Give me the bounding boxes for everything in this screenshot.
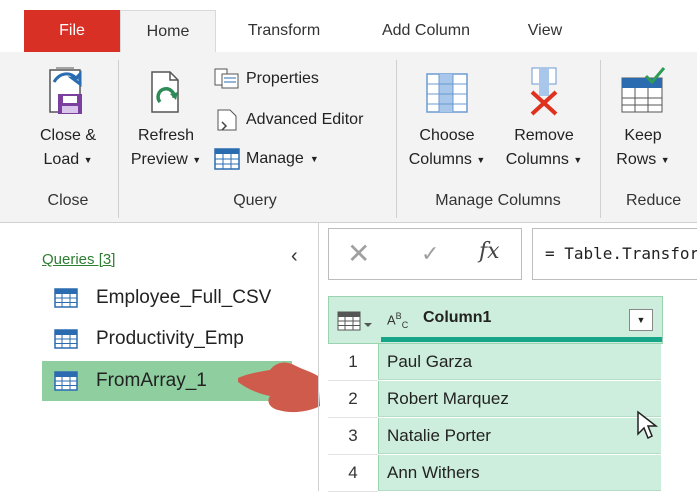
check-icon[interactable]: ✓ <box>421 241 439 267</box>
row-number: 1 <box>328 344 378 381</box>
query-label: Employee_Full_CSV <box>96 287 272 308</box>
fx-icon[interactable]: fx <box>479 239 500 264</box>
ribbon-tabs: File Home Transform Add Column View <box>0 0 697 54</box>
type-letter: A <box>387 312 396 328</box>
query-item[interactable]: Employee_Full_CSV <box>42 278 292 318</box>
filter-dropdown-icon[interactable]: ▼ <box>629 309 653 331</box>
query-item[interactable]: Productivity_Emp <box>42 319 292 359</box>
table-menu-icon[interactable] <box>337 311 373 331</box>
tab-add-column[interactable]: Add Column <box>364 10 488 52</box>
close-load-button[interactable]: Close & Load ▼ <box>28 64 108 172</box>
collapse-pane-icon[interactable]: ‹ <box>291 245 298 268</box>
row-number: 3 <box>328 418 378 455</box>
tab-file[interactable]: File <box>24 10 120 52</box>
remove-columns-label-1: Remove <box>514 127 574 144</box>
keep-rows-button[interactable]: Keep Rows ▼ <box>608 64 678 172</box>
table-icon <box>54 288 78 308</box>
row-number: 2 <box>328 381 378 418</box>
table-row: 3 Natalie Porter <box>328 418 661 455</box>
table-icon <box>54 371 78 391</box>
chevron-down-icon: ▼ <box>476 155 486 165</box>
text-type-icon[interactable]: ABC <box>387 311 408 330</box>
table-cell[interactable]: Paul Garza <box>378 344 661 380</box>
chevron-down-icon: ▼ <box>83 155 93 165</box>
pane-divider <box>318 223 319 491</box>
keep-rows-icon <box>621 67 666 113</box>
refresh-label-2: Preview <box>130 151 188 169</box>
choose-columns-button[interactable]: Choose Columns ▼ <box>404 64 490 172</box>
table-row: 2 Robert Marquez <box>328 381 661 418</box>
chevron-down-icon: ▼ <box>660 155 670 165</box>
properties-label: Properties <box>246 70 319 87</box>
group-label-reduce: Reduce <box>626 192 682 209</box>
formula-bar: ✕ ✓ fx = Table.Transform <box>328 228 697 284</box>
manage-button[interactable]: Manage ▼ <box>214 148 319 170</box>
chevron-down-icon: ▼ <box>192 155 202 165</box>
refresh-label-1: Refresh <box>137 127 195 144</box>
tab-transform[interactable]: Transform <box>232 10 336 52</box>
choose-columns-label-1: Choose <box>419 127 475 144</box>
advanced-editor-label: Advanced Editor <box>246 111 364 128</box>
advanced-editor-button[interactable]: Advanced Editor <box>214 108 363 132</box>
manage-label: Manage <box>246 150 304 167</box>
cancel-icon[interactable]: ✕ <box>347 237 370 270</box>
close-load-icon <box>49 67 82 114</box>
group-label-close: Close <box>47 192 89 209</box>
ribbon-separator <box>396 60 397 218</box>
table-cell[interactable]: Natalie Porter <box>378 418 661 454</box>
properties-icon <box>214 68 239 89</box>
remove-columns-button[interactable]: Remove Columns ▼ <box>498 64 590 172</box>
advanced-editor-icon <box>217 109 237 131</box>
queries-title[interactable]: Queries [3] <box>42 251 115 268</box>
group-label-manage-columns: Manage Columns <box>435 192 561 209</box>
query-label: Productivity_Emp <box>96 328 244 349</box>
close-load-label-2: Load <box>43 151 80 169</box>
ribbon: Close & Load ▼ Close Refresh Preview ▼ P… <box>0 52 697 223</box>
choose-columns-label-2: Columns <box>408 151 472 169</box>
column-quality-bar <box>381 337 662 342</box>
ribbon-separator <box>600 60 601 218</box>
row-number: 4 <box>328 455 378 492</box>
query-label: FromArray_1 <box>96 370 207 391</box>
keep-rows-label-2: Rows <box>616 151 657 169</box>
queries-pane: Queries [3] ‹ Employee_Full_CSV Producti… <box>0 223 318 491</box>
properties-button[interactable]: Properties <box>214 68 319 90</box>
column-name: Column1 <box>423 309 492 326</box>
group-label-query: Query <box>233 192 277 209</box>
table-cell[interactable]: Robert Marquez <box>378 381 661 417</box>
chevron-down-icon: ▼ <box>573 155 583 165</box>
table-icon <box>214 148 240 170</box>
table-cell[interactable]: Ann Withers <box>378 455 661 491</box>
tab-view[interactable]: View <box>510 10 580 52</box>
table-icon <box>54 329 78 349</box>
table-row: 4 Ann Withers <box>328 455 661 492</box>
remove-columns-icon <box>530 67 558 116</box>
keep-rows-label-1: Keep <box>624 127 662 144</box>
refresh-preview-button[interactable]: Refresh Preview ▼ <box>124 64 208 172</box>
pointing-hand-icon <box>238 362 320 413</box>
refresh-icon <box>151 71 179 113</box>
remove-columns-label-2: Columns <box>505 151 569 169</box>
table-row: 1 Paul Garza <box>328 344 661 381</box>
mouse-cursor-icon <box>637 410 658 440</box>
type-letter: C <box>401 319 409 330</box>
choose-columns-icon <box>426 73 468 113</box>
ribbon-separator <box>118 60 119 218</box>
formula-input[interactable]: = Table.Transform <box>532 228 697 280</box>
chevron-down-icon: ▼ <box>309 154 319 164</box>
formula-controls: ✕ ✓ fx <box>328 228 522 280</box>
tab-home[interactable]: Home <box>120 10 216 54</box>
column-header[interactable]: ABC Column1 ▼ <box>328 296 663 344</box>
close-load-label-1: Close & <box>39 127 97 144</box>
